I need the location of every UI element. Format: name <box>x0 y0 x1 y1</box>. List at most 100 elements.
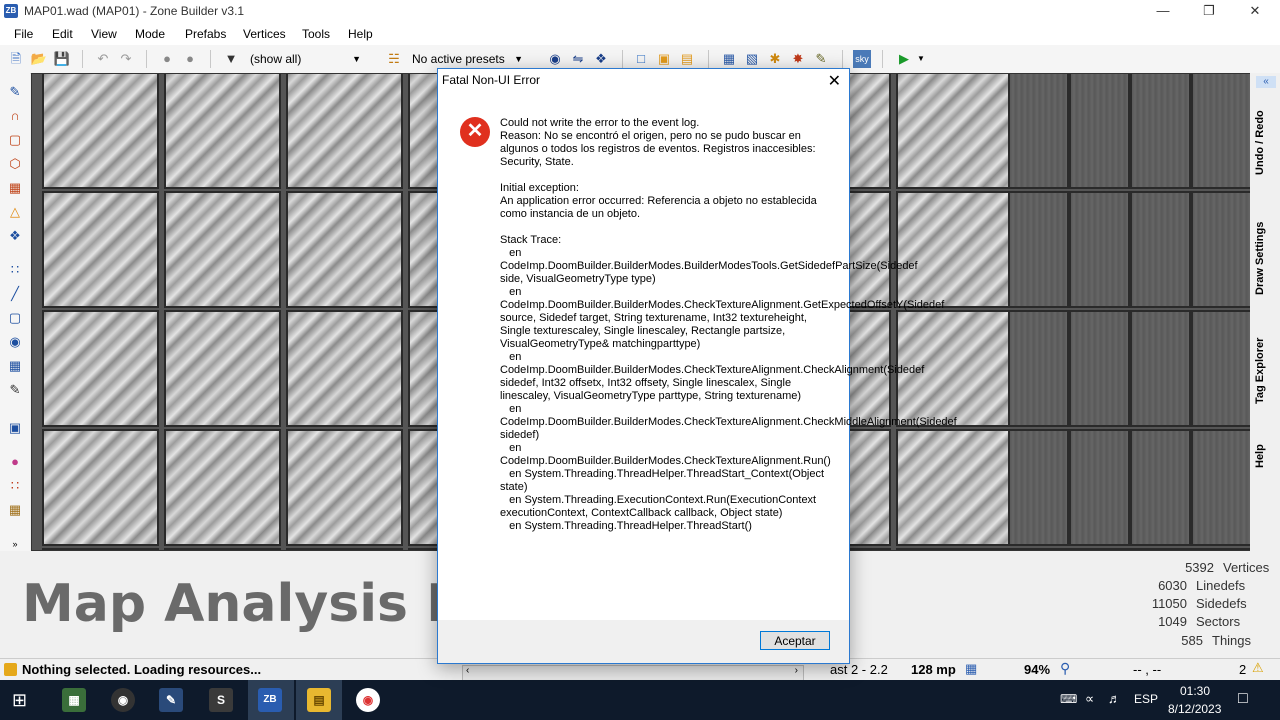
sky-icon[interactable]: sky <box>853 50 871 68</box>
grid-size[interactable]: 128 mp <box>911 662 956 677</box>
filter-icon[interactable]: ▼ <box>222 50 240 68</box>
draw-rectangle-icon[interactable]: ▢ <box>6 131 24 149</box>
app-icon: ZB <box>4 4 18 18</box>
close-window-button[interactable]: ✕ <box>1232 0 1278 23</box>
floor-tile <box>286 310 403 427</box>
vertices-count: 5392 <box>1185 560 1214 575</box>
menu-vertices[interactable]: Vertices <box>243 27 286 41</box>
thing-icon[interactable]: ● <box>158 50 176 68</box>
taskbar-explorer-icon[interactable]: ▤ <box>307 688 331 712</box>
undo-icon[interactable]: ↶ <box>94 50 112 68</box>
floor-tile-dark <box>1008 429 1069 546</box>
clock-time[interactable]: 01:30 <box>1180 684 1210 698</box>
floor-tile-dark <box>1191 429 1251 546</box>
play-icon[interactable]: ▶ <box>895 50 913 68</box>
floor-tile-dark <box>1130 310 1191 427</box>
color-mode-icon[interactable]: ● <box>6 453 24 471</box>
ime-icon[interactable]: ⌨ <box>1060 692 1077 706</box>
dock-tab-draw-settings[interactable]: Draw Settings <box>1254 218 1276 298</box>
redo-icon[interactable]: ↷ <box>117 50 135 68</box>
snap-icon[interactable]: ▧ <box>743 50 761 68</box>
linedefs-mode-icon[interactable]: ╱ <box>6 285 24 303</box>
view-brightness-icon[interactable]: ⇋ <box>569 50 587 68</box>
zoom-icon[interactable]: ⚲ <box>1060 660 1070 677</box>
chevron-down-icon[interactable]: ▼ <box>912 50 930 68</box>
horizontal-scrollbar[interactable]: ‹ › <box>462 665 804 681</box>
floor-tile <box>164 74 281 189</box>
taskbar-zonebuilder-icon[interactable]: ZB <box>258 688 282 712</box>
new-map-icon[interactable]: 🗎 <box>7 50 25 68</box>
clock-date[interactable]: 8/12/2023 <box>1168 702 1221 716</box>
sectors-label: Sectors <box>1196 614 1241 629</box>
grid-icon[interactable]: ▦ <box>720 50 738 68</box>
things-mode-icon[interactable]: ◉ <box>6 333 24 351</box>
chevron-down-icon: ▼ <box>514 54 523 64</box>
floor-tile <box>164 310 281 427</box>
draw-curve-icon[interactable]: ∩ <box>6 107 24 125</box>
floor-tile <box>286 429 403 546</box>
presets-icon[interactable]: ☵ <box>385 50 403 68</box>
wifi-icon[interactable]: ∝ <box>1085 691 1094 707</box>
bridge-icon[interactable]: ❖ <box>6 227 24 245</box>
scroll-right-icon[interactable]: › <box>795 665 798 676</box>
menu-prefabs[interactable]: Prefabs <box>185 27 226 41</box>
collapse-dock-icon[interactable]: « <box>1256 76 1276 88</box>
points-mode-icon[interactable]: ∷ <box>6 477 24 495</box>
sectors-mode-icon[interactable]: ▢ <box>6 309 24 327</box>
notifications-icon[interactable]: □ <box>1238 690 1248 708</box>
menu-edit[interactable]: Edit <box>52 27 73 41</box>
floor-tile-dark <box>1069 74 1130 189</box>
dialog-close-icon[interactable]: ✕ <box>828 71 841 91</box>
menu-file[interactable]: File <box>14 27 33 41</box>
dock-tab-tag-explorer[interactable]: Tag Explorer <box>1254 335 1276 407</box>
language-indicator[interactable]: ESP <box>1134 692 1158 706</box>
menu-tools[interactable]: Tools <box>302 27 330 41</box>
map-mode-icon[interactable]: ▦ <box>6 501 24 519</box>
warning-icon[interactable]: ⚠ <box>1252 660 1264 676</box>
taskbar-obs-icon[interactable]: ◉ <box>111 688 135 712</box>
presets-dropdown[interactable]: No active presets ▼ <box>412 50 527 68</box>
script-icon[interactable]: ✎ <box>812 50 830 68</box>
vertices-mode-icon[interactable]: ∷ <box>6 261 24 279</box>
edit-mode-icon[interactable]: ✎ <box>6 381 24 399</box>
paste-icon[interactable]: ▣ <box>655 50 673 68</box>
view-floors-icon[interactable]: ❖ <box>592 50 610 68</box>
visual-mode-icon[interactable]: ▣ <box>6 419 24 437</box>
draw-ellipse-icon[interactable]: ⬡ <box>6 155 24 173</box>
taskbar: ⊞ ▦ ◉ ✎ S ZB ▤ ◉ ⌨ ∝ ♬ ESP 01:30 8/12/20… <box>0 680 1280 720</box>
dock-tab-help[interactable]: Help <box>1254 441 1276 471</box>
volume-icon[interactable]: ♬ <box>1108 691 1121 706</box>
draw-triangle-icon[interactable]: △ <box>6 203 24 221</box>
things-icon[interactable]: ● <box>181 50 199 68</box>
menu-mode[interactable]: Mode <box>135 27 165 41</box>
draw-grid-icon[interactable]: ▦ <box>6 179 24 197</box>
floor-tile <box>286 191 403 308</box>
taskbar-editor-icon[interactable]: ✎ <box>159 688 183 712</box>
sidedefs-count: 11050 <box>1151 596 1187 611</box>
view-normal-icon[interactable]: ◉ <box>546 50 564 68</box>
open-map-icon[interactable]: 📂 <box>30 50 48 68</box>
draw-lines-icon[interactable]: ✎ <box>6 83 24 101</box>
select-mode-icon[interactable]: ▦ <box>6 357 24 375</box>
save-map-icon[interactable]: 💾 <box>53 50 71 68</box>
zoom-level[interactable]: 94% <box>1024 662 1050 677</box>
scroll-left-icon[interactable]: ‹ <box>466 665 469 676</box>
menu-help[interactable]: Help <box>348 27 373 41</box>
filter-dropdown[interactable]: (show all) ▼ <box>250 50 365 68</box>
ok-button[interactable]: Aceptar <box>760 631 830 650</box>
copy-icon[interactable]: □ <box>632 50 650 68</box>
status-icon <box>4 663 17 676</box>
windows-start-icon[interactable]: ⊞ <box>12 690 32 710</box>
grid-size-icon[interactable]: ▦ <box>965 661 977 677</box>
merge-icon[interactable]: ✱ <box>766 50 784 68</box>
warnings-count[interactable]: 2 <box>1239 662 1246 677</box>
taskbar-chrome-icon[interactable]: ◉ <box>356 688 380 712</box>
menu-view[interactable]: View <box>91 27 117 41</box>
taskbar-app2-icon[interactable]: S <box>209 688 233 712</box>
maximize-button[interactable]: ❐ <box>1186 0 1232 23</box>
taskbar-app-icon[interactable]: ▦ <box>62 688 86 712</box>
minimize-button[interactable]: — <box>1140 0 1186 23</box>
test-icon[interactable]: ✸ <box>789 50 807 68</box>
dock-tab-undo-redo[interactable]: Undo / Redo <box>1254 103 1276 183</box>
prefab-icon[interactable]: ▤ <box>678 50 696 68</box>
